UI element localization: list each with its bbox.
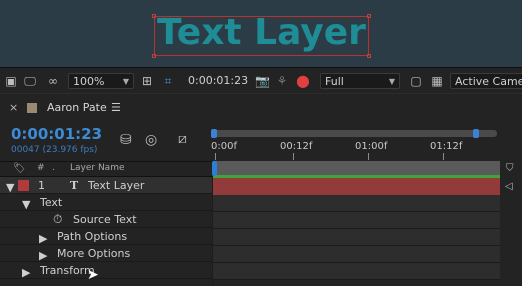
layer-label-color[interactable] — [18, 180, 29, 191]
time-ruler[interactable]: 0:00f 00:12f 01:00f 01:12f — [211, 129, 500, 160]
view-dropdown[interactable]: Active Camer — [450, 73, 522, 89]
viewer-toolbar: ▣ 🖵 ∞ 100% ▼ ⊞ ⌗ 0:00:01:23 📷 ⚘ ⬤ Full ▼… — [0, 67, 522, 93]
layer-column-header: 🏷 # . Layer Name — [0, 161, 212, 177]
grid-guides-icon[interactable]: ⊞ — [140, 73, 154, 89]
tick-mark — [443, 153, 444, 160]
property-label: More Options — [57, 247, 131, 260]
time-navigator[interactable] — [211, 129, 497, 138]
current-time-indicator[interactable] — [212, 161, 217, 176]
layer-row[interactable]: ▼ 1 T Text Layer — [0, 177, 212, 194]
layer-duration-bar[interactable] — [213, 178, 500, 195]
channel-icon[interactable]: ⬤ — [296, 73, 310, 89]
show-snapshot-icon[interactable]: ⚘ — [275, 73, 289, 89]
view-value: Active Camer — [455, 75, 522, 88]
resolution-value: Full — [325, 75, 344, 88]
region-of-interest-icon[interactable]: ▢ — [409, 73, 423, 89]
bbox-handle[interactable] — [367, 14, 371, 18]
comp-flowchart-icon[interactable]: ⛁ — [120, 132, 132, 148]
resolution-dropdown[interactable]: Full ▼ — [320, 73, 400, 89]
monitor-icon[interactable]: 🖵 — [23, 73, 37, 89]
layer-number: 1 — [38, 179, 45, 192]
stopwatch-icon[interactable]: ⏱ — [53, 212, 62, 227]
navigator-end-handle[interactable] — [473, 129, 479, 138]
close-icon[interactable]: × — [9, 101, 18, 115]
property-row-text[interactable]: ▼ Text — [0, 194, 212, 211]
tick-mark — [293, 153, 294, 160]
track-row — [213, 263, 500, 280]
viewer-text[interactable]: Text Layer — [157, 11, 366, 55]
collapsed-triangle-icon[interactable]: ▶ — [39, 231, 47, 246]
composition-viewer[interactable]: Text Layer — [0, 0, 522, 67]
property-row-more-options[interactable]: ▶ More Options — [0, 245, 212, 262]
track-row — [213, 195, 500, 212]
bbox-handle[interactable] — [152, 14, 156, 18]
tick-label: 00:12f — [280, 141, 313, 152]
tick-mark — [368, 153, 369, 160]
property-row-transform[interactable]: ▶ Transform ➤ — [0, 262, 212, 283]
tick-label: 01:12f — [430, 141, 463, 152]
zoom-dropdown[interactable]: 100% ▼ — [68, 73, 134, 89]
timeline-track-area[interactable] — [212, 161, 500, 286]
chevron-down-icon: ▼ — [388, 77, 395, 86]
property-label: Source Text — [73, 213, 137, 226]
property-label: Path Options — [57, 230, 128, 243]
hamburger-icon[interactable]: ☰ — [111, 101, 121, 115]
comp-tab-label[interactable]: Aaron Pate — [47, 101, 107, 115]
layer-name[interactable]: Text Layer — [88, 178, 144, 193]
tick-label: 01:00f — [355, 141, 388, 152]
transparency-grid-icon[interactable]: ▦ — [430, 73, 444, 89]
bbox-handle[interactable] — [367, 54, 371, 58]
collapsed-triangle-icon[interactable]: ▶ — [22, 265, 30, 280]
always-preview-icon[interactable]: ▣ — [5, 73, 17, 89]
navigator-start-handle[interactable] — [211, 129, 217, 138]
column-number: # — [37, 163, 45, 173]
mask-path-icon[interactable]: ⌗ — [160, 73, 176, 89]
comp-button-icon[interactable]: ◁ — [505, 181, 513, 192]
motion-blur-icon[interactable]: ⧄ — [178, 131, 187, 147]
property-row-path-options[interactable]: ▶ Path Options — [0, 228, 212, 245]
layer-list: ▼ 1 T Text Layer ▼ Text ⏱ Source Text ▶ … — [0, 177, 212, 286]
text-layer-type-icon: T — [70, 179, 79, 192]
tick-mark — [215, 153, 216, 160]
work-area-end-marker-icon[interactable]: ⛉ — [506, 163, 514, 174]
3d-glasses-icon[interactable]: ∞ — [45, 73, 61, 89]
property-row-source-text[interactable]: ⏱ Source Text — [0, 211, 212, 228]
frame-count: 00047 (23.976 fps) — [11, 145, 98, 155]
track-row — [213, 246, 500, 263]
column-separator: . — [52, 163, 55, 173]
current-timecode[interactable]: 0:00:01:23 — [11, 125, 102, 143]
expand-triangle-icon[interactable]: ▼ — [22, 197, 30, 212]
bbox-handle[interactable] — [152, 54, 156, 58]
tick-label: 0:00f — [211, 141, 237, 152]
label-tag-icon[interactable]: 🏷 — [13, 163, 26, 174]
comp-color-swatch — [27, 103, 37, 113]
track-right-margin: ⛉ ◁ — [500, 161, 522, 286]
chevron-down-icon: ▼ — [122, 77, 129, 86]
mouse-cursor-icon: ➤ — [87, 267, 99, 283]
track-row — [213, 229, 500, 246]
zoom-value: 100% — [73, 75, 105, 88]
snapshot-icon[interactable]: 📷 — [255, 73, 270, 89]
expand-triangle-icon[interactable]: ▼ — [6, 180, 14, 195]
collapsed-triangle-icon[interactable]: ▶ — [39, 248, 47, 263]
draft-3d-icon[interactable]: ◎ — [145, 132, 157, 148]
property-label: Text — [40, 196, 63, 209]
column-layer-name[interactable]: Layer Name — [70, 163, 125, 173]
track-row — [213, 212, 500, 229]
current-time-display[interactable]: 0:00:01:23 — [188, 73, 248, 89]
timeline-panel-tab: × Aaron Pate ☰ — [0, 93, 522, 121]
